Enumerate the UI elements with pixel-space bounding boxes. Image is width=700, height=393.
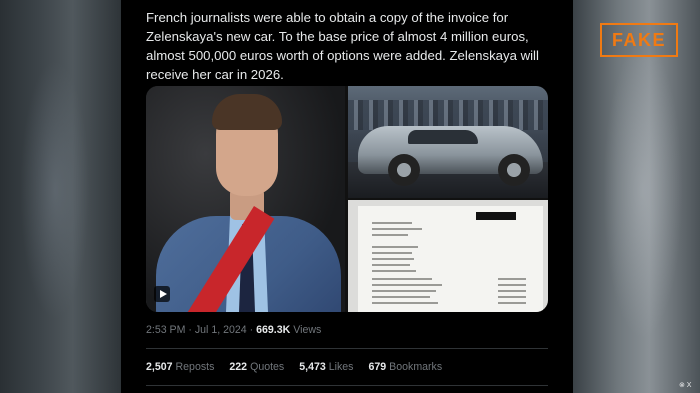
engagement-stats: 2,507 Reposts 222 Quotes 5,473 Likes 679 Boo… [146, 361, 442, 373]
quotes-stat[interactable]: 222 Quotes [229, 361, 284, 373]
bookmarks-stat[interactable]: 679 Bookmarks [368, 361, 442, 373]
tweet-text: French journalists were able to obtain a… [146, 10, 539, 82]
divider [146, 385, 548, 386]
car-photo[interactable] [348, 86, 548, 198]
car-wheel [498, 154, 530, 186]
play-icon[interactable] [154, 286, 170, 302]
views-count: 669.3K [256, 324, 291, 336]
reposts-stat[interactable]: 2,507 Reposts [146, 361, 214, 373]
invoice-paper [358, 206, 543, 312]
fake-badge: FAKE [600, 23, 678, 57]
watermark: ⊗ X [679, 382, 692, 389]
blurred-background-left [0, 0, 121, 393]
tweet-timestamp[interactable]: 2:53 PM · Jul 1, 2024 · [146, 324, 256, 336]
redaction-block [476, 212, 516, 220]
invoice-photo[interactable] [348, 200, 548, 312]
tweet-post: French journalists were able to obtain a… [121, 0, 573, 393]
video-thumbnail[interactable] [146, 86, 345, 312]
media-grid [146, 86, 548, 312]
car-wheel [388, 154, 420, 186]
views-label: Views [290, 324, 322, 336]
likes-stat[interactable]: 5,473 Likes [299, 361, 353, 373]
divider [146, 348, 548, 349]
tweet-meta: 2:53 PM · Jul 1, 2024 · 669.3K Views [146, 324, 321, 336]
blurred-background-right [573, 0, 700, 393]
